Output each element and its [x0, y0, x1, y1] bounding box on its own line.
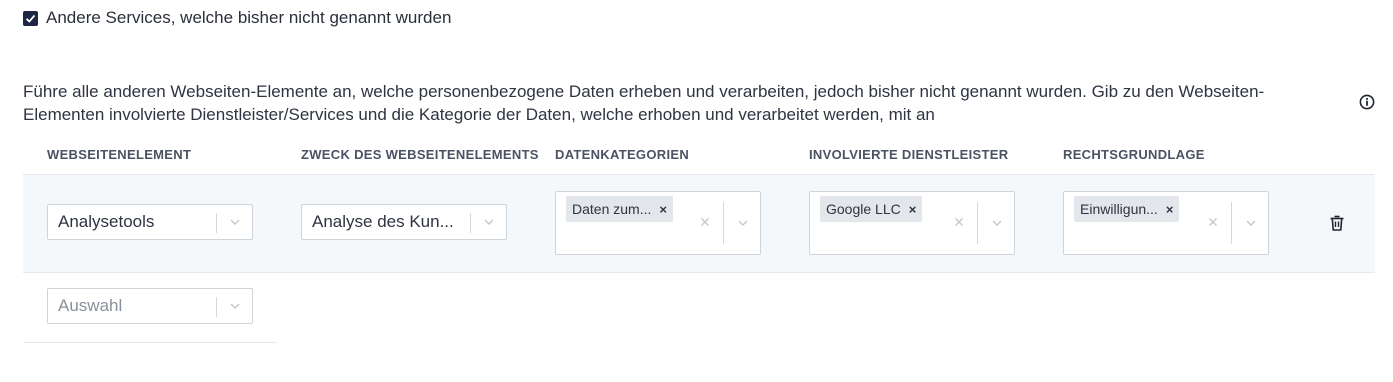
column-header-data-categories: DATENKATEGORIEN	[555, 147, 690, 162]
clear-icon[interactable]	[699, 216, 711, 228]
data-category-tag: Daten zum... ×	[566, 196, 673, 222]
chevron-down-icon[interactable]	[229, 300, 241, 312]
legal-basis-select[interactable]: Einwilligun... ×	[1063, 191, 1269, 255]
check-icon	[25, 14, 36, 23]
data-category-tag-label: Daten zum...	[572, 201, 652, 217]
other-services-checkbox-row[interactable]: Andere Services, welche bisher nicht gen…	[23, 8, 451, 28]
select-separator	[216, 297, 217, 317]
clear-icon[interactable]	[953, 216, 965, 228]
provider-tag-label: Google LLC	[826, 201, 901, 217]
description-line-1: Führe alle anderen Webseiten-Elemente an…	[23, 82, 1265, 101]
chevron-down-icon[interactable]	[737, 217, 749, 229]
column-header-legal-basis: RECHTSGRUNDLAGE	[1063, 147, 1205, 162]
description-line-2: Elementen involvierte Dienstleister/Serv…	[23, 105, 935, 124]
other-services-checkbox[interactable]	[23, 10, 38, 26]
select-separator	[470, 213, 471, 233]
chevron-down-icon[interactable]	[1245, 217, 1257, 229]
provider-tag: Google LLC ×	[820, 196, 923, 222]
remove-tag-icon[interactable]: ×	[909, 202, 917, 217]
purpose-select-value: Analyse des Kun...	[312, 212, 454, 231]
data-categories-select[interactable]: Daten zum... ×	[555, 191, 761, 255]
legal-basis-tag: Einwilligun... ×	[1074, 196, 1180, 222]
other-services-checkbox-label[interactable]: Andere Services, welche bisher nicht gen…	[46, 8, 451, 28]
info-icon[interactable]	[1359, 94, 1375, 110]
element-select[interactable]: Analysetools	[47, 204, 253, 240]
legal-basis-tag-label: Einwilligun...	[1080, 201, 1158, 217]
remove-tag-icon[interactable]: ×	[659, 202, 667, 217]
section-description: Führe alle anderen Webseiten-Elemente an…	[23, 80, 1293, 126]
new-element-select[interactable]: Auswahl	[47, 288, 253, 324]
select-separator	[723, 202, 724, 244]
column-header-element: WEBSEITENELEMENT	[47, 147, 192, 162]
select-separator	[977, 202, 978, 244]
chevron-down-icon[interactable]	[483, 216, 495, 228]
trash-icon[interactable]	[1328, 214, 1346, 232]
element-select-value: Analysetools	[58, 212, 155, 231]
remove-tag-icon[interactable]: ×	[1166, 202, 1174, 217]
new-element-select-placeholder: Auswahl	[58, 296, 123, 315]
select-separator	[216, 213, 217, 233]
clear-icon[interactable]	[1207, 216, 1219, 228]
chevron-down-icon[interactable]	[229, 216, 241, 228]
chevron-down-icon[interactable]	[991, 217, 1003, 229]
column-header-purpose: ZWECK DES WEBSEITENELEMENTS	[301, 147, 539, 162]
column-header-providers: INVOLVIERTE DIENSTLEISTER	[809, 147, 1009, 162]
providers-select[interactable]: Google LLC ×	[809, 191, 1015, 255]
purpose-select[interactable]: Analyse des Kun...	[301, 204, 507, 240]
new-row-divider	[23, 342, 277, 343]
select-separator	[1231, 202, 1232, 244]
